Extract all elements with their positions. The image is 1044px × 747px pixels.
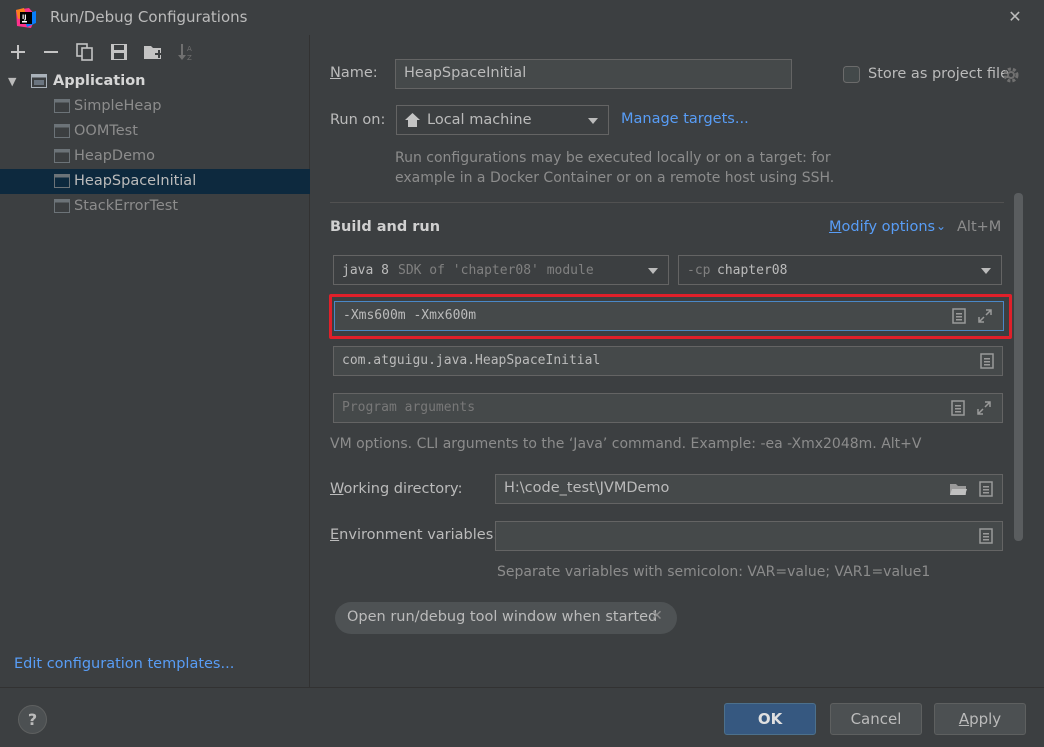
name-field[interactable]: HeapSpaceInitial (395, 59, 792, 89)
application-config-icon (54, 174, 70, 188)
application-config-icon (54, 149, 70, 163)
application-config-icon (54, 124, 70, 138)
application-config-icon (54, 199, 70, 213)
macros-icon[interactable] (978, 481, 994, 497)
browse-class-icon[interactable] (979, 353, 995, 369)
tree-item-heapspaceinitial[interactable]: HeapSpaceInitial (0, 169, 310, 194)
maximize-icon[interactable] (977, 308, 993, 324)
dialog-button-bar: ? OK Cancel Apply (0, 687, 1044, 747)
close-icon[interactable]: ✕ (1004, 6, 1026, 28)
run-debug-dialog: IJ Run/Debug Configurations ✕ A Z ▼ Appl… (0, 0, 1044, 747)
chevron-down-icon[interactable]: ⌄ (936, 219, 946, 233)
modify-shortcut: Alt+M (957, 219, 1002, 235)
main-class-field[interactable]: com.atguigu.java.HeapSpaceInitial (333, 346, 1003, 376)
tree-group-application[interactable]: ▼ Application (0, 69, 310, 94)
tree-item-simpleheap[interactable]: SimpleHeap (0, 94, 310, 119)
maximize-icon[interactable] (976, 400, 992, 416)
gear-icon[interactable] (1001, 65, 1021, 85)
manage-targets-link[interactable]: Manage targets... (621, 111, 749, 127)
store-checkbox[interactable] (843, 66, 860, 83)
folder-icon[interactable] (949, 481, 968, 497)
tree-item-label: HeapSpaceInitial (74, 173, 197, 189)
configuration-form: Name: HeapSpaceInitial Store as project … (311, 35, 1044, 687)
tree-group-label: Application (53, 73, 146, 89)
remove-icon[interactable] (40, 41, 62, 63)
help-button[interactable]: ? (18, 705, 47, 734)
new-folder-icon[interactable] (142, 41, 164, 63)
store-project-label: Store as project file (868, 66, 1009, 82)
svg-text:Z: Z (187, 54, 192, 62)
edit-templates-link[interactable]: Edit configuration templates... (14, 656, 234, 672)
tree-item-label: StackErrorTest (74, 198, 179, 214)
expand-text-icon[interactable] (950, 400, 966, 416)
intellij-app-icon: IJ (16, 8, 36, 28)
run-on-hint-line2: example in a Docker Container or on a re… (395, 170, 835, 186)
sort-alphabetically-icon[interactable]: A Z (176, 41, 198, 63)
copy-icon[interactable] (74, 41, 96, 63)
application-config-icon (54, 99, 70, 113)
expand-text-icon[interactable] (951, 308, 967, 324)
configurations-panel: A Z ▼ Application SimpleHeap OOMTest Hea… (0, 35, 310, 687)
application-icon (31, 74, 47, 88)
vertical-scrollbar[interactable] (1014, 193, 1023, 541)
tree-toolbar: A Z (0, 35, 310, 69)
separator (330, 202, 1004, 203)
cancel-button[interactable]: Cancel (830, 703, 922, 735)
name-label: Name: (330, 65, 378, 81)
chevron-down-icon[interactable]: ▼ (8, 69, 16, 94)
ok-button[interactable]: OK (724, 703, 816, 735)
modify-options-link[interactable]: Modify options (829, 219, 935, 235)
save-icon[interactable] (108, 41, 130, 63)
run-on-select[interactable]: Local machine (396, 105, 609, 135)
jre-select[interactable]: java 8 SDK of 'chapter08' module (333, 255, 669, 285)
apply-button[interactable]: Apply (934, 703, 1026, 735)
chevron-down-icon (588, 118, 598, 124)
chevron-down-icon (648, 268, 658, 274)
environment-variables-field[interactable] (495, 521, 1003, 551)
open-tool-window-tag[interactable]: Open run/debug tool window when started … (335, 602, 677, 634)
classpath-select[interactable]: -cp chapter08 (678, 255, 1002, 285)
add-icon[interactable] (7, 41, 29, 63)
svg-text:A: A (187, 45, 192, 53)
vm-options-field[interactable]: -Xms600m -Xmx600m (334, 301, 1004, 331)
run-on-label: Run on: (330, 112, 386, 128)
tree-item-stackerrortest[interactable]: StackErrorTest (0, 194, 310, 219)
chevron-down-icon (981, 268, 991, 274)
working-directory-label: Working directory: (330, 481, 463, 497)
svg-text:IJ: IJ (22, 14, 26, 21)
home-icon (405, 113, 420, 127)
vm-options-hint: VM options. CLI arguments to the ‘Java’ … (330, 436, 922, 452)
tree-item-label: HeapDemo (74, 148, 155, 164)
title-bar: IJ Run/Debug Configurations ✕ (0, 0, 1044, 35)
close-icon[interactable]: ✕ (651, 608, 663, 624)
section-title: Build and run (330, 219, 441, 235)
working-directory-field[interactable]: H:\code_test\JVMDemo (495, 474, 1003, 504)
window-title: Run/Debug Configurations (50, 8, 248, 26)
environment-variables-label: Environment variables: (330, 527, 499, 543)
program-arguments-field[interactable]: Program arguments (333, 393, 1003, 423)
edit-env-icon[interactable] (978, 528, 994, 544)
tree-item-heapdemo[interactable]: HeapDemo (0, 144, 310, 169)
tree-item-label: OOMTest (74, 123, 138, 139)
tree-item-oomtest[interactable]: OOMTest (0, 119, 310, 144)
tree-item-label: SimpleHeap (74, 98, 162, 114)
run-on-hint-line1: Run configurations may be executed local… (395, 150, 831, 166)
environment-hint: Separate variables with semicolon: VAR=v… (497, 564, 931, 580)
